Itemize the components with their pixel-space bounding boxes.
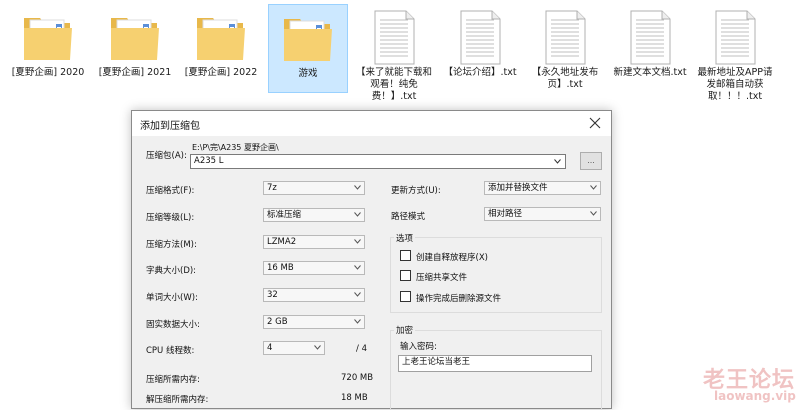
pathmode-value: 相对路径 xyxy=(488,209,523,219)
checkbox-box[interactable] xyxy=(400,291,411,302)
chevron-down-icon xyxy=(314,345,321,350)
chevron-down-icon xyxy=(354,292,361,297)
encryption-title: 加密 xyxy=(394,324,416,336)
file-item[interactable]: 【来了就能下载和观看！纯免费！】.txt xyxy=(354,4,434,102)
delete-after-label: 操作完成后删除源文件 xyxy=(416,294,502,304)
file-item[interactable]: 新建文本文档.txt xyxy=(610,4,690,93)
chevron-down-icon[interactable] xyxy=(554,159,561,164)
solid-select[interactable]: 2 GB xyxy=(263,315,365,329)
threads-total: / 4 xyxy=(356,344,367,354)
item-label: 游戏 xyxy=(298,68,318,79)
checkbox-box[interactable] xyxy=(400,250,411,261)
options-title: 选项 xyxy=(394,232,416,244)
level-label: 压缩等级(L): xyxy=(146,213,195,223)
password-label: 输入密码: xyxy=(400,342,437,352)
dialog-title: 添加到压缩包 xyxy=(140,121,200,132)
file-item[interactable]: 【论坛介绍】.txt xyxy=(440,4,520,93)
update-label: 更新方式(U): xyxy=(391,186,441,196)
level-value: 标准压缩 xyxy=(267,210,302,220)
archive-name-input[interactable]: A235 L xyxy=(190,154,566,169)
chevron-down-icon xyxy=(354,239,361,244)
folder-item[interactable]: [夏野企画] 2021 xyxy=(95,4,175,93)
browse-button[interactable]: ... xyxy=(580,152,602,170)
threads-select[interactable]: 4 xyxy=(263,341,325,355)
chevron-down-icon xyxy=(590,211,597,216)
solid-label: 固实数据大小: xyxy=(146,320,200,330)
level-select[interactable]: 标准压缩 xyxy=(263,208,365,222)
password-value: 上老王论坛当老王 xyxy=(402,357,471,367)
format-label: 压缩格式(F): xyxy=(146,186,195,196)
folder-icon xyxy=(197,18,245,60)
dialog-titlebar: 添加到压缩包 xyxy=(132,111,611,136)
update-value: 添加并替换文件 xyxy=(488,183,548,193)
item-label: 最新地址及APP请发邮箱自动获取！！！.txt xyxy=(697,67,773,102)
archive-path: E:\P\完\A235 夏野企画\ xyxy=(192,143,279,152)
sfx-label: 创建自释放程序(X) xyxy=(416,253,488,263)
item-label: 【来了就能下载和观看！纯免费！】.txt xyxy=(356,67,433,102)
mem-compress-label: 压缩所需内存: xyxy=(146,375,200,385)
update-select[interactable]: 添加并替换文件 xyxy=(484,181,601,195)
text-file-icon xyxy=(715,10,756,65)
format-value: 7z xyxy=(267,183,277,193)
text-file-icon xyxy=(374,10,415,65)
mem-decompress-value: 18 MB xyxy=(341,393,368,403)
archive-name-value: A235 L xyxy=(194,156,224,166)
close-icon[interactable] xyxy=(585,114,605,132)
method-select[interactable]: LZMA2 xyxy=(263,235,365,249)
threads-value: 4 xyxy=(267,343,273,353)
dict-value: 16 MB xyxy=(267,263,294,273)
dict-select[interactable]: 16 MB xyxy=(263,261,365,275)
file-item[interactable]: 【永久地址发布页】.txt xyxy=(525,4,605,93)
password-input[interactable]: 上老王论坛当老王 xyxy=(398,355,592,372)
folder-item[interactable]: [夏野企画] 2022 xyxy=(181,4,261,93)
add-to-archive-dialog: 添加到压缩包 压缩包(A): E:\P\完\A235 夏野企画\ A235 L … xyxy=(131,110,612,410)
word-label: 单词大小(W): xyxy=(146,293,198,303)
solid-value: 2 GB xyxy=(267,317,288,327)
file-item[interactable]: 最新地址及APP请发邮箱自动获取！！！.txt xyxy=(695,4,775,102)
archive-label: 压缩包(A): xyxy=(146,151,187,161)
method-value: LZMA2 xyxy=(267,237,297,247)
pathmode-select[interactable]: 相对路径 xyxy=(484,207,601,221)
folder-item[interactable]: 游戏 xyxy=(268,4,348,93)
item-label: [夏野企画] 2021 xyxy=(98,67,172,78)
folder-item[interactable]: [夏野企画] 2020 xyxy=(8,4,88,93)
item-label: [夏野企画] 2020 xyxy=(11,67,85,78)
dict-label: 字典大小(D): xyxy=(146,266,197,276)
chevron-down-icon xyxy=(354,212,361,217)
folder-icon xyxy=(284,19,332,61)
shared-files-checkbox[interactable]: 压缩共享文件 xyxy=(400,270,468,283)
sfx-checkbox[interactable]: 创建自释放程序(X) xyxy=(400,250,488,263)
text-file-icon xyxy=(460,10,501,65)
item-label: 新建文本文档.txt xyxy=(613,67,687,78)
delete-after-checkbox[interactable]: 操作完成后删除源文件 xyxy=(400,291,502,304)
item-label: 【论坛介绍】.txt xyxy=(443,67,517,78)
chevron-down-icon xyxy=(354,265,361,270)
method-label: 压缩方法(M): xyxy=(146,240,197,250)
item-label: [夏野企画] 2022 xyxy=(184,67,258,78)
threads-label: CPU 线程数: xyxy=(146,346,195,356)
chevron-down-icon xyxy=(354,319,361,324)
chevron-down-icon xyxy=(354,185,361,190)
format-select[interactable]: 7z xyxy=(263,181,365,195)
pathmode-label: 路径模式 xyxy=(391,212,426,222)
mem-decompress-label: 解压缩所需内存: xyxy=(146,395,209,405)
folder-icon xyxy=(111,18,159,60)
mem-compress-value: 720 MB xyxy=(341,373,374,383)
word-value: 32 xyxy=(267,290,278,300)
text-file-icon xyxy=(630,10,671,65)
chevron-down-icon xyxy=(590,185,597,190)
word-select[interactable]: 32 xyxy=(263,288,365,302)
item-label: 【永久地址发布页】.txt xyxy=(531,67,599,90)
watermark-url: laowang.vip xyxy=(714,389,796,403)
text-file-icon xyxy=(545,10,586,65)
folder-icon xyxy=(24,18,72,60)
checkbox-box[interactable] xyxy=(400,270,411,281)
shared-files-label: 压缩共享文件 xyxy=(416,273,468,283)
